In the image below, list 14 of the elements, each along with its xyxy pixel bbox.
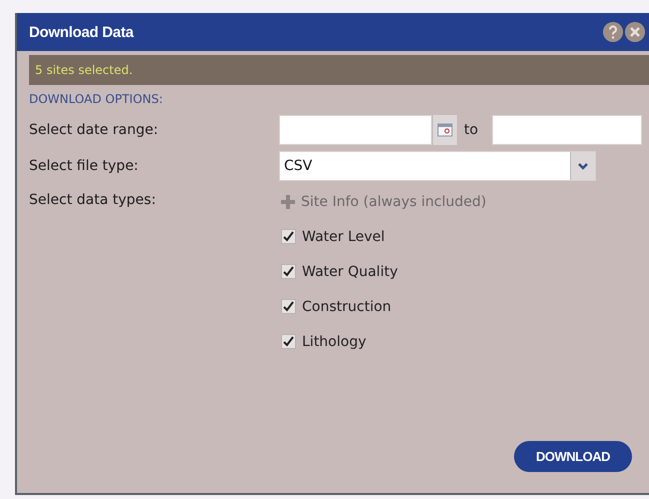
data-type-label: Lithology — [302, 334, 366, 350]
data-type-label: Water Level — [302, 228, 385, 244]
file-type-dropdown[interactable]: CSV — [279, 151, 596, 181]
data-type-label: Water Quality — [302, 264, 398, 280]
status-bar: 5 sites selected. — [29, 55, 649, 85]
section-heading: DOWNLOAD OPTIONS: — [29, 92, 164, 106]
data-type-label: Site Info (always included) — [301, 194, 486, 210]
range-separator: to — [464, 122, 478, 138]
window-title: Download Data — [29, 24, 134, 40]
field-label: Select date range: — [29, 122, 160, 138]
field-label: Select data types: — [29, 191, 157, 208]
data-type-label: Construction — [302, 298, 392, 314]
download-button[interactable]: DOWNLOAD — [514, 441, 632, 472]
field-label: Select file type: — [29, 158, 140, 174]
